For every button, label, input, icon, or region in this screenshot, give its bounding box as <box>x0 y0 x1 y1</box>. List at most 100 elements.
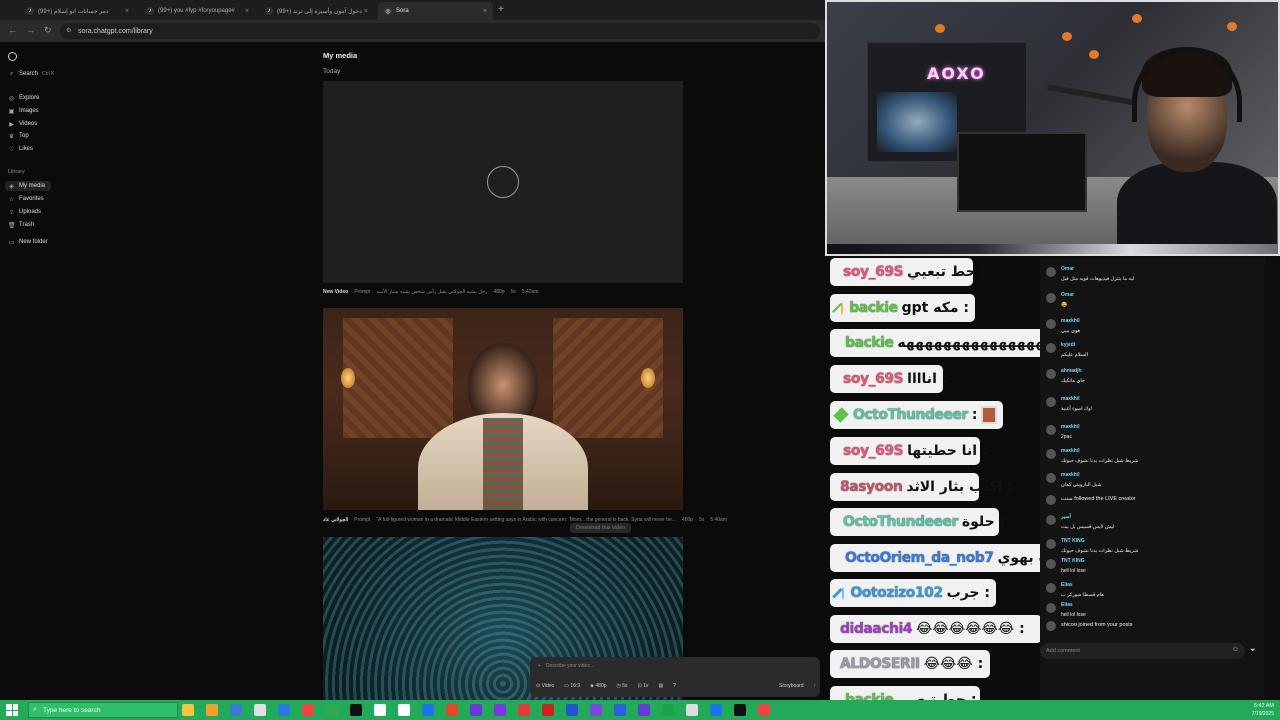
comment-input[interactable]: Add comment ☺ <box>1040 643 1245 659</box>
taskbar-app-icon[interactable] <box>710 704 722 716</box>
system-clock[interactable]: 5:42 AM 7/19/2025 <box>1252 702 1274 718</box>
live-chat-username[interactable]: maxkhil <box>1061 424 1080 430</box>
taskbar-app-icon[interactable] <box>278 704 290 716</box>
live-chat-username[interactable]: TNT KING <box>1061 538 1085 544</box>
tab-2[interactable]: ♪ (99+) you #fyp #foryoupage# × <box>140 2 255 20</box>
live-chat-username[interactable]: maxkhil <box>1061 472 1080 478</box>
tab-sora[interactable]: ◎ Sora × <box>378 2 493 20</box>
taskbar-app-icon[interactable] <box>638 704 650 716</box>
sidebar-item-likes[interactable]: ♡ Likes <box>8 144 33 154</box>
taskbar-app-icon[interactable] <box>254 704 266 716</box>
avatar[interactable] <box>1046 603 1056 613</box>
new-tab-button[interactable]: + <box>498 4 504 15</box>
sidebar-item-images[interactable]: ▣ Images <box>8 106 39 116</box>
live-chat-username[interactable]: TNT KING <box>1061 558 1085 564</box>
tab-3[interactable]: ♪ (99+) دخول آمون وأسيرة إلى ترند × <box>259 2 374 20</box>
sidebar-item-uploads[interactable]: ⇪ Uploads <box>8 207 41 217</box>
avatar[interactable] <box>1046 425 1056 435</box>
sidebar-item-favorites[interactable]: ☆ Favorites <box>8 194 44 204</box>
taskbar-app-icon[interactable] <box>398 704 410 716</box>
duration-select[interactable]: ◷ 5s <box>617 683 628 689</box>
sidebar-item-my-media[interactable]: ◈ My media <box>5 181 52 191</box>
live-chat-username[interactable]: maxkhil <box>1061 318 1080 324</box>
video-card-woman[interactable] <box>323 308 683 510</box>
live-chat-username[interactable]: maxkhil <box>1061 448 1080 454</box>
prompt-input[interactable]: + Describe your video... <box>538 663 594 669</box>
sora-logo-icon[interactable] <box>8 52 17 61</box>
avatar[interactable] <box>1046 343 1056 353</box>
type-select[interactable]: ⊙ Video <box>536 683 554 689</box>
taskbar-app-icon[interactable] <box>230 704 242 716</box>
close-tab-icon[interactable]: × <box>364 8 368 15</box>
sidebar-item-top[interactable]: ♛ Top <box>8 131 29 141</box>
video-card-generating[interactable] <box>323 81 683 283</box>
close-tab-icon[interactable]: × <box>483 8 487 15</box>
taskbar-app-icon[interactable] <box>350 704 362 716</box>
close-tab-icon[interactable]: × <box>245 8 249 15</box>
avatar[interactable] <box>1046 515 1056 525</box>
plus-icon[interactable]: + <box>538 663 541 669</box>
live-chat-username[interactable]: kyjedi <box>1061 342 1075 348</box>
avatar[interactable] <box>1046 293 1056 303</box>
taskbar-app-icon[interactable] <box>446 704 458 716</box>
live-chat-username[interactable]: ahmadjh <box>1061 368 1082 374</box>
taskbar-app-icon[interactable] <box>182 704 194 716</box>
reload-icon[interactable]: ↻ <box>44 25 52 36</box>
windows-start-icon[interactable] <box>6 704 18 716</box>
sidebar-search[interactable]: ⌕ Search Ctrl K <box>8 69 55 79</box>
avatar[interactable] <box>1046 559 1056 569</box>
avatar[interactable] <box>1046 449 1056 459</box>
taskbar-app-icon[interactable] <box>422 704 434 716</box>
sidebar-item-trash[interactable]: 🗑 Trash <box>8 220 34 230</box>
avatar[interactable] <box>1046 621 1056 631</box>
taskbar-app-icon[interactable] <box>518 704 530 716</box>
forward-icon[interactable]: → <box>26 25 35 35</box>
tab-1[interactable]: ♪ (99+) دمر حسابات ابو إسلام × <box>20 2 135 20</box>
avatar[interactable] <box>1046 495 1056 505</box>
taskbar-app-icon[interactable] <box>542 704 554 716</box>
taskbar-app-icon[interactable] <box>566 704 578 716</box>
help-icon[interactable]: ? <box>673 683 676 689</box>
taskbar-app-icon[interactable] <box>374 704 386 716</box>
count-select[interactable]: ⊡ 1v <box>638 683 649 689</box>
live-chat-username[interactable]: Elias <box>1061 582 1073 588</box>
taskbar-app-icon[interactable] <box>662 704 674 716</box>
resolution-select[interactable]: ◈ 480p <box>590 683 606 689</box>
taskbar-app-icon[interactable] <box>206 704 218 716</box>
submit-button[interactable]: ↑ <box>814 683 817 689</box>
avatar[interactable] <box>1046 319 1056 329</box>
taskbar-app-icon[interactable] <box>470 704 482 716</box>
site-info-icon[interactable]: ⚙ <box>66 27 71 34</box>
live-chat-username[interactable]: maxkhil <box>1061 396 1080 402</box>
taskbar-app-icon[interactable] <box>590 704 602 716</box>
avatar[interactable] <box>1046 539 1056 549</box>
preset-icon[interactable]: ▤ <box>658 683 663 689</box>
taskbar-app-icon[interactable] <box>734 704 746 716</box>
live-chat-username[interactable]: Omar <box>1061 266 1074 272</box>
url-field[interactable]: ⚙ sora.chatgpt.com/library <box>60 23 820 39</box>
sidebar-item-explore[interactable]: ◎ Explore <box>8 93 39 103</box>
taskbar-app-icon[interactable] <box>302 704 314 716</box>
avatar[interactable] <box>1046 583 1056 593</box>
live-chat-username[interactable]: أسير <box>1061 514 1071 520</box>
close-tab-icon[interactable]: × <box>125 8 129 15</box>
avatar[interactable] <box>1046 267 1056 277</box>
live-chat-username[interactable]: Omar <box>1061 292 1074 298</box>
taskbar-app-icon[interactable] <box>758 704 770 716</box>
live-chat-username[interactable]: Elias <box>1061 602 1073 608</box>
taskbar-app-icon[interactable] <box>494 704 506 716</box>
download-button[interactable]: Download this video <box>570 523 632 533</box>
back-icon[interactable]: ← <box>8 25 17 35</box>
emoji-icon[interactable]: ☺ <box>1232 646 1239 653</box>
ratio-select[interactable]: ▭ 16:9 <box>564 683 580 689</box>
taskbar-app-icon[interactable] <box>614 704 626 716</box>
storyboard-button[interactable]: Storyboard <box>779 683 803 689</box>
filter-icon[interactable]: ⏷ <box>1250 647 1256 655</box>
sidebar-item-videos[interactable]: ▶ Videos <box>8 119 37 129</box>
new-folder-button[interactable]: ▭ New folder <box>8 237 48 247</box>
chat-scrollbar[interactable] <box>1265 258 1280 700</box>
taskbar-search[interactable]: ⌕ Type here to search <box>28 702 178 718</box>
avatar[interactable] <box>1046 473 1056 483</box>
avatar[interactable] <box>1046 397 1056 407</box>
avatar[interactable] <box>1046 369 1056 379</box>
